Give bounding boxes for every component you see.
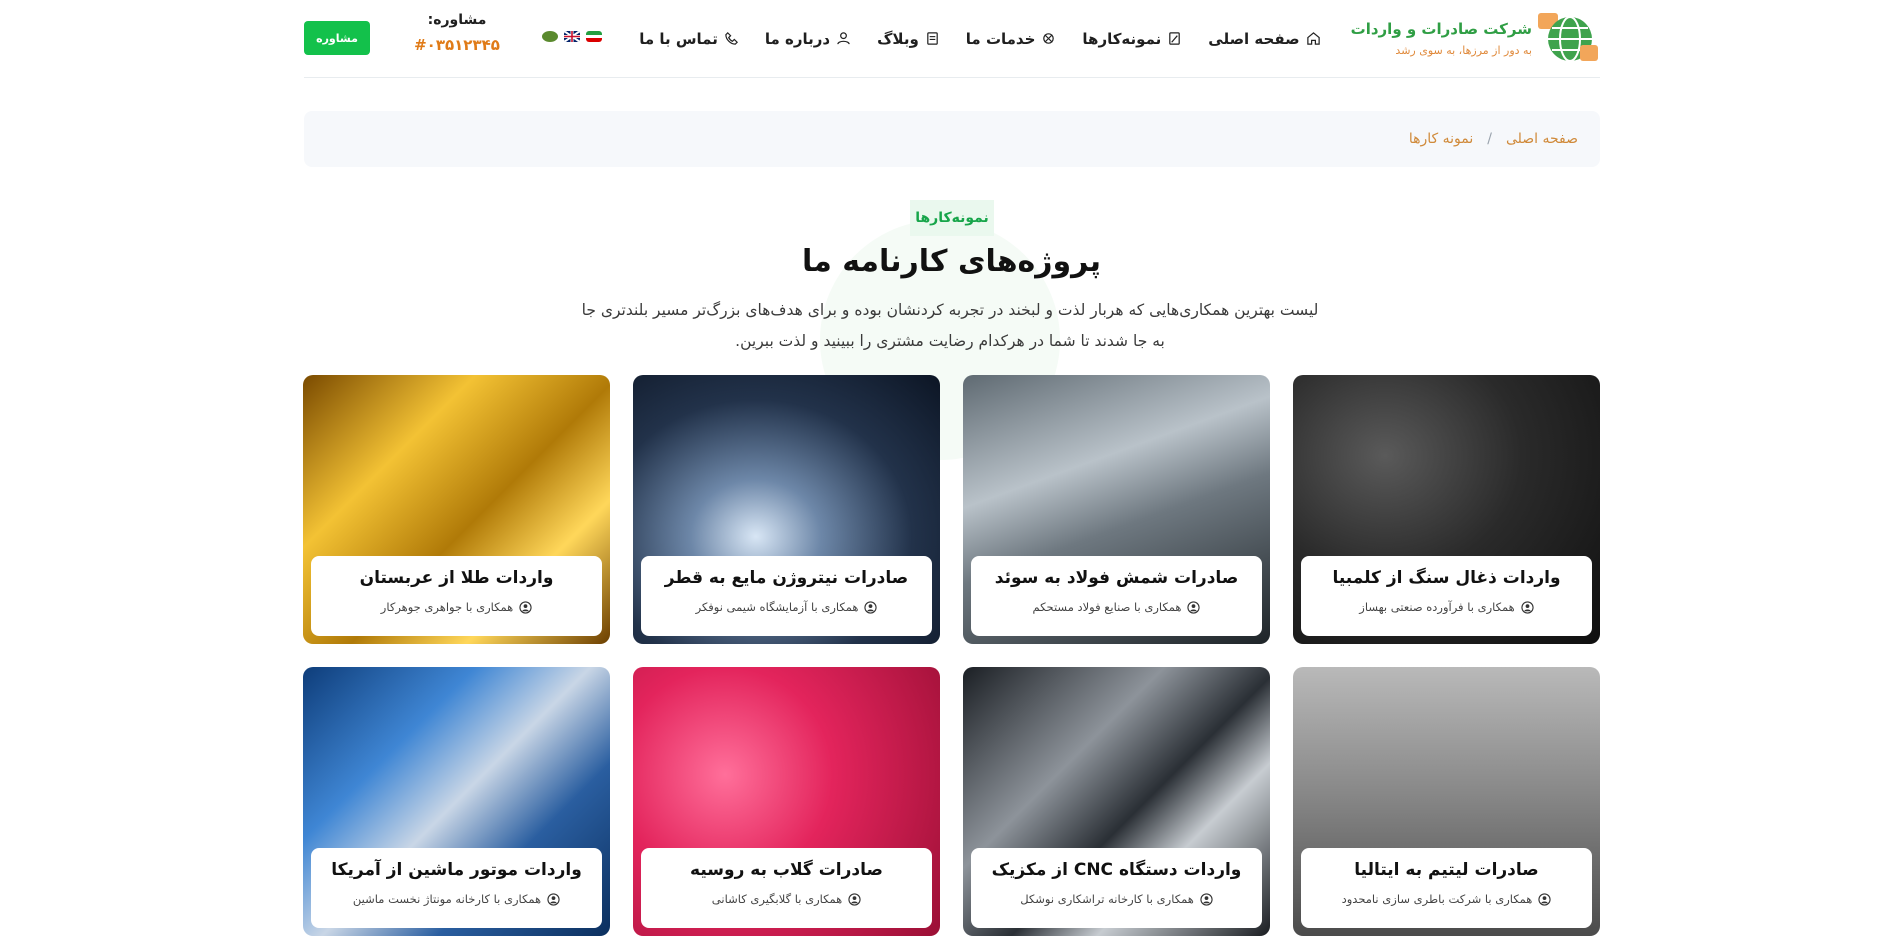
user-icon (547, 892, 560, 906)
nav-services-label: خدمات ما (965, 29, 1036, 48)
user-icon (1187, 600, 1201, 614)
blog-icon (927, 32, 938, 45)
nav-services[interactable]: خدمات ما (966, 30, 1057, 48)
flag-uk-icon[interactable] (564, 31, 580, 42)
services-icon (1043, 33, 1055, 44)
project-meta: همکاری با جواهری جوهرکار (380, 600, 514, 614)
project-card[interactable]: صادرات گلاب به روسیه همکاری با گلابگیری … (633, 667, 940, 936)
project-meta: همکاری با آزمایشگاه شیمی نوفکر (695, 600, 859, 614)
breadcrumb: صفحه اصلی / نمونه کارها (304, 111, 1600, 167)
consult-number[interactable]: #۰۳۵۱۲۳۴۵ (412, 36, 502, 54)
home-icon (1306, 32, 1320, 45)
breadcrumb-home[interactable]: صفحه اصلی (1506, 131, 1578, 147)
logo[interactable]: شرکت صادرات و واردات به دور از مرزها، به… (1351, 11, 1600, 67)
section-lead: لیست بهترین همکاری‌هایی که هربار لذت و ل… (581, 301, 1319, 350)
portfolio-icon (1169, 32, 1181, 45)
section-title: پروژه‌های کارنامه ما (801, 244, 1102, 279)
project-meta: همکاری با کارخانه تراشکاری نوشکل (1020, 892, 1194, 906)
consult-label: مشاوره: (427, 12, 487, 28)
project-title: واردات موتور ماشین از آمریکا (331, 860, 582, 880)
language-switcher (542, 31, 602, 42)
main-nav: صفحه اصلی نمونه‌کارها خدمات ما وبلاگ درب… (639, 30, 1320, 48)
logo-subtitle: به دور از مرزها، به سوی رشد (1395, 44, 1532, 57)
project-title: واردات طلا از عربستان (359, 568, 554, 588)
user-icon (1538, 892, 1552, 906)
project-card[interactable]: واردات دستگاه CNC از مکزیک همکاری با کار… (963, 667, 1270, 936)
project-card[interactable]: صادرات نیتروژن مایع به قطر همکاری با آزم… (633, 375, 940, 644)
project-card[interactable]: واردات طلا از عربستان همکاری با جواهری ج… (303, 375, 610, 644)
project-meta: همکاری با گلابگیری کاشانی (711, 892, 843, 906)
projects-grid: واردات ذغال سنگ از کلمبیا همکاری با فرآو… (303, 375, 1600, 936)
project-title: صادرات نیتروژن مایع به قطر (664, 568, 909, 588)
project-title: صادرات شمش فولاد به سوئد (994, 568, 1239, 588)
phone-icon (725, 32, 738, 45)
user-icon (848, 892, 861, 906)
project-meta: همکاری با کارخانه مونتاژ نخست ماشین (352, 892, 542, 906)
flag-iran-icon[interactable] (586, 31, 602, 42)
consult-phone: مشاوره: #۰۳۵۱۲۳۴۵ (412, 12, 502, 54)
user-icon (1521, 600, 1534, 614)
project-meta: همکاری با شرکت باطری سازی نامحدود (1341, 892, 1533, 906)
nav-portfolio-label: نمونه‌کارها (1082, 29, 1162, 48)
project-meta: همکاری با صنایع فولاد مستحکم (1032, 600, 1182, 614)
project-meta: همکاری با فرآورده صنعتی بهساز (1359, 600, 1515, 614)
globe-logo-icon (1536, 11, 1600, 67)
site-header: شرکت صادرات و واردات به دور از مرزها، به… (304, 0, 1600, 78)
user-icon (1200, 892, 1213, 906)
project-card[interactable]: واردات ذغال سنگ از کلمبیا همکاری با فرآو… (1293, 375, 1600, 644)
nav-home[interactable]: صفحه اصلی (1208, 30, 1320, 48)
nav-contact[interactable]: تماس با ما (639, 30, 739, 48)
flag-saudi-icon[interactable] (542, 31, 558, 42)
project-title: صادرات گلاب به روسیه (690, 860, 883, 880)
project-title: واردات ذغال سنگ از کلمبیا (1332, 568, 1561, 588)
logo-title: شرکت صادرات و واردات (1350, 20, 1532, 38)
nav-blog[interactable]: وبلاگ (877, 30, 940, 48)
consult-button[interactable]: مشاوره (304, 21, 370, 55)
nav-portfolio[interactable]: نمونه‌کارها (1082, 30, 1182, 48)
project-title: صادرات لیتیم به ایتالیا (1354, 860, 1539, 880)
user-icon (864, 600, 878, 614)
project-card[interactable]: صادرات شمش فولاد به سوئد همکاری با صنایع… (963, 375, 1270, 644)
nav-about[interactable]: درباره ما (765, 30, 851, 48)
users-icon (837, 32, 850, 45)
nav-about-label: درباره ما (764, 29, 831, 48)
nav-blog-label: وبلاگ (877, 29, 919, 48)
nav-contact-label: تماس با ما (639, 29, 718, 48)
section-eyebrow: نمونه‌کارها (910, 200, 994, 236)
project-card[interactable]: واردات موتور ماشین از آمریکا همکاری با ک… (303, 667, 610, 936)
user-icon (519, 600, 532, 614)
breadcrumb-separator: / (1487, 131, 1492, 147)
nav-home-label: صفحه اصلی (1208, 29, 1300, 48)
breadcrumb-current: نمونه کارها (1408, 131, 1474, 147)
project-card[interactable]: صادرات لیتیم به ایتالیا همکاری با شرکت ب… (1293, 667, 1600, 936)
project-title: واردات دستگاه CNC از مکزیک (991, 860, 1242, 880)
